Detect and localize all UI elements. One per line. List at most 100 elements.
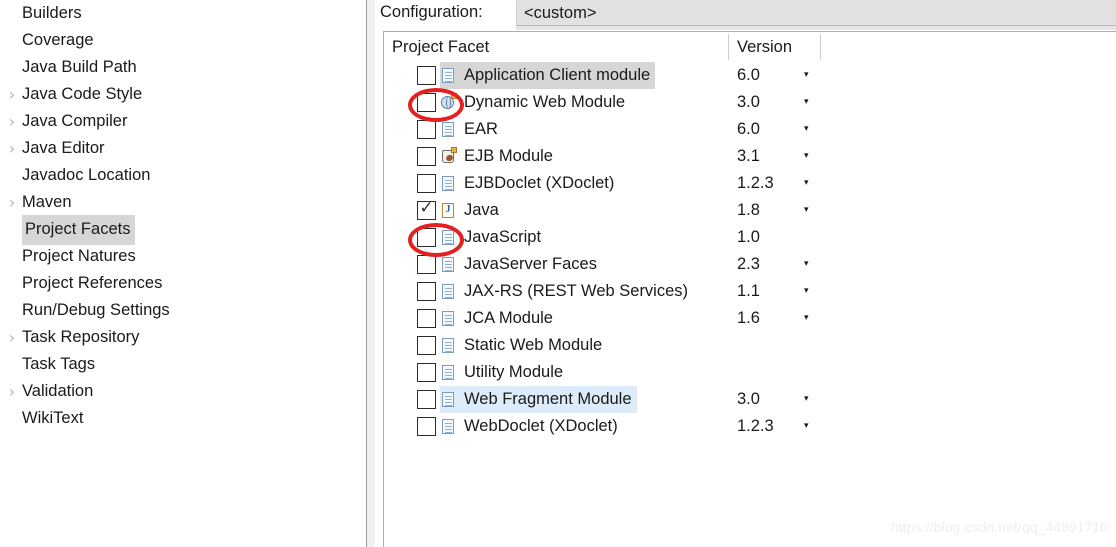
facet-checkbox[interactable] — [417, 390, 436, 409]
sidebar-item-project-natures[interactable]: ›Project Natures — [0, 243, 366, 270]
facet-version-cell[interactable]: 6.0 — [737, 116, 760, 143]
facet-name-label: Static Web Module — [464, 336, 603, 354]
configuration-combobox[interactable]: <custom> — [516, 0, 1116, 26]
sidebar-item-coverage[interactable]: ›Coverage — [0, 27, 366, 54]
version-dropdown-icon[interactable]: ▾ — [804, 413, 809, 440]
version-dropdown-icon[interactable]: ▾ — [804, 143, 809, 170]
sidebar-item-project-facets[interactable]: ›Project Facets — [0, 214, 366, 245]
facet-checkbox[interactable] — [417, 147, 436, 166]
facet-checkbox[interactable] — [417, 417, 436, 436]
panel-divider[interactable] — [366, 0, 367, 547]
version-dropdown-icon[interactable]: ▾ — [804, 62, 809, 89]
chevron-right-icon[interactable]: › — [2, 135, 22, 162]
table-row[interactable]: Web Fragment Module 3.0 ▾ — [384, 386, 1116, 413]
version-dropdown-icon[interactable]: ▾ — [804, 89, 809, 116]
document-icon-glyph — [442, 365, 454, 380]
facet-checkbox[interactable] — [417, 363, 436, 382]
table-row[interactable]: EJB Module 3.1 ▾ — [384, 143, 1116, 170]
facet-checkbox[interactable] — [417, 228, 436, 247]
version-dropdown-icon[interactable]: ▾ — [804, 170, 809, 197]
facet-name-cell[interactable]: EJBDoclet (XDoclet) — [440, 170, 619, 197]
sidebar-item-builders[interactable]: ›Builders — [0, 0, 366, 27]
table-row[interactable]: EJBDoclet (XDoclet) 1.2.3 ▾ — [384, 170, 1116, 197]
facet-name-cell[interactable]: Application Client module — [440, 62, 656, 89]
facet-name-cell[interactable]: WebDoclet (XDoclet) — [440, 413, 623, 440]
column-header-project-facet[interactable]: Project Facet — [392, 32, 489, 62]
sidebar-item-javadoc-location[interactable]: ›Javadoc Location — [0, 162, 366, 189]
column-header-version[interactable]: Version — [737, 32, 792, 62]
sidebar-item-wikitext[interactable]: ›WikiText — [0, 405, 366, 432]
sidebar-item-java-editor[interactable]: › Java Editor — [0, 135, 366, 162]
table-row[interactable]: JavaServer Faces 2.3 ▾ — [384, 251, 1116, 278]
facet-checkbox[interactable] — [417, 336, 436, 355]
version-dropdown-icon[interactable]: ▾ — [804, 386, 809, 413]
chevron-right-icon[interactable]: › — [2, 81, 22, 108]
sidebar-item-validation[interactable]: › Validation — [0, 378, 366, 405]
sidebar-item-java-compiler[interactable]: › Java Compiler — [0, 108, 366, 135]
facet-name-cell[interactable]: Web Fragment Module — [440, 386, 637, 413]
facet-version-cell[interactable]: 1.6 — [737, 305, 760, 332]
facet-name-cell[interactable]: JCA Module — [440, 305, 558, 332]
facet-name-cell[interactable]: Static Web Module — [440, 332, 607, 359]
sidebar-item-java-code-style[interactable]: › Java Code Style — [0, 81, 366, 108]
sidebar-item-java-build-path[interactable]: ›Java Build Path — [0, 54, 366, 81]
table-row[interactable]: JavaScript 1.0 — [384, 224, 1116, 251]
facet-checkbox[interactable] — [417, 66, 436, 85]
column-divider-1[interactable] — [728, 34, 729, 60]
facet-version-cell[interactable]: 2.3 — [737, 251, 760, 278]
chevron-right-icon[interactable]: › — [2, 324, 22, 351]
table-row[interactable]: Utility Module — [384, 359, 1116, 386]
facet-name-cell[interactable]: Java — [440, 197, 504, 224]
facet-name-cell[interactable]: Dynamic Web Module — [440, 89, 630, 116]
facet-checkbox[interactable] — [417, 120, 436, 139]
column-divider-2[interactable] — [820, 34, 821, 60]
table-row[interactable]: Dynamic Web Module 3.0 ▾ — [384, 89, 1116, 116]
version-dropdown-icon[interactable]: ▾ — [804, 251, 809, 278]
document-icon-glyph — [442, 311, 454, 326]
sidebar-item-task-tags[interactable]: ›Task Tags — [0, 351, 366, 378]
facet-version-cell[interactable]: 1.1 — [737, 278, 760, 305]
facet-checkbox[interactable] — [417, 93, 436, 112]
document-icon — [440, 309, 457, 328]
facet-checkbox[interactable]: ✓ — [417, 199, 436, 220]
facet-version-cell[interactable]: 1.8 — [737, 197, 760, 224]
table-row[interactable]: Application Client module 6.0 ▾ — [384, 62, 1116, 89]
facet-checkbox[interactable] — [417, 282, 436, 301]
facet-name-cell[interactable]: JavaScript — [440, 224, 546, 251]
facet-version-cell[interactable]: 3.1 — [737, 143, 760, 170]
sidebar-item-project-references[interactable]: ›Project References — [0, 270, 366, 297]
facet-table[interactable]: Project Facet Version Application Client… — [383, 31, 1116, 547]
preferences-tree[interactable]: ›Builders›Coverage›Java Build Path›Java … — [0, 0, 366, 547]
facet-version-cell[interactable]: 1.2.3 — [737, 170, 774, 197]
table-row[interactable]: Static Web Module — [384, 332, 1116, 359]
chevron-right-icon[interactable]: › — [2, 189, 22, 216]
document-icon-glyph — [442, 68, 454, 83]
facet-name-cell[interactable]: EAR — [440, 116, 503, 143]
table-row[interactable]: JCA Module 1.6 ▾ — [384, 305, 1116, 332]
chevron-right-icon[interactable]: › — [2, 108, 22, 135]
facet-version-cell[interactable]: 1.2.3 — [737, 413, 774, 440]
facet-version-cell[interactable]: 3.0 — [737, 89, 760, 116]
sidebar-item-run-debug-settings[interactable]: ›Run/Debug Settings — [0, 297, 366, 324]
facet-name-cell[interactable]: EJB Module — [440, 143, 558, 170]
sidebar-item-task-repository[interactable]: › Task Repository — [0, 324, 366, 351]
table-row[interactable]: WebDoclet (XDoclet) 1.2.3 ▾ — [384, 413, 1116, 440]
table-row[interactable]: ✓ Java 1.8 ▾ — [384, 197, 1116, 224]
version-dropdown-icon[interactable]: ▾ — [804, 197, 809, 224]
facet-name-cell[interactable]: JavaServer Faces — [440, 251, 602, 278]
table-row[interactable]: EAR 6.0 ▾ — [384, 116, 1116, 143]
facet-checkbox[interactable] — [417, 174, 436, 193]
facet-version-cell[interactable]: 3.0 — [737, 386, 760, 413]
sidebar-item-maven[interactable]: › Maven — [0, 189, 366, 216]
version-dropdown-icon[interactable]: ▾ — [804, 116, 809, 143]
facet-checkbox[interactable] — [417, 309, 436, 328]
facet-version-cell[interactable]: 6.0 — [737, 62, 760, 89]
table-row[interactable]: JAX-RS (REST Web Services) 1.1 ▾ — [384, 278, 1116, 305]
facet-name-cell[interactable]: JAX-RS (REST Web Services) — [440, 278, 693, 305]
version-dropdown-icon[interactable]: ▾ — [804, 305, 809, 332]
facet-version-cell[interactable]: 1.0 — [737, 224, 760, 251]
version-dropdown-icon[interactable]: ▾ — [804, 278, 809, 305]
facet-checkbox[interactable] — [417, 255, 436, 274]
facet-name-cell[interactable]: Utility Module — [440, 359, 568, 386]
chevron-right-icon[interactable]: › — [2, 378, 22, 405]
